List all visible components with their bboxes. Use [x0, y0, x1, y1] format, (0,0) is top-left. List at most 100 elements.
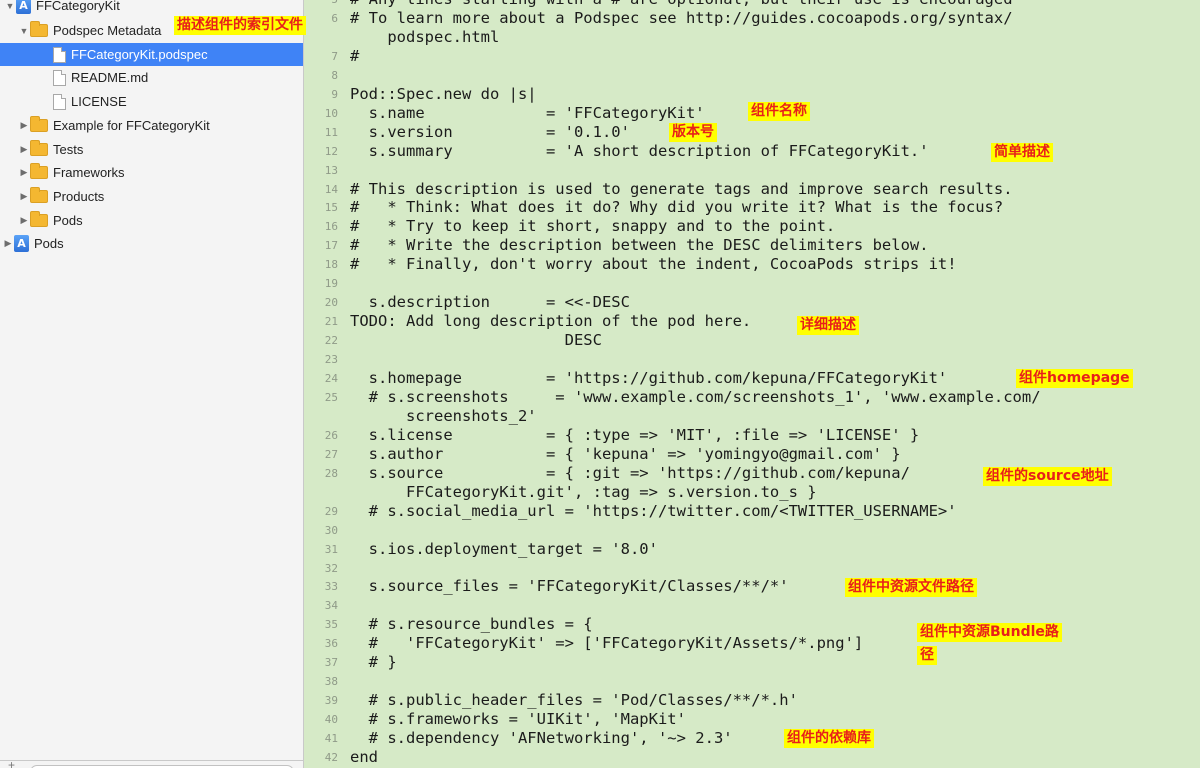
annotation-name: 组件名称 [748, 102, 810, 121]
line-number: 12 [324, 144, 338, 158]
folder-icon [30, 187, 48, 203]
line-number: 14 [324, 182, 338, 196]
line-number: 33 [324, 580, 338, 594]
nav-item-example[interactable]: ▶ Example for FFCategoryKit [0, 114, 303, 137]
nav-item-label: LICENSE [71, 94, 127, 109]
navigator-filter-bar: + [0, 758, 303, 768]
line-number: 29 [324, 504, 338, 518]
nav-item-label: FFCategoryKit [36, 0, 120, 13]
line-number: 23 [324, 353, 338, 367]
code-line[interactable]: s.homepage = 'https://github.com/kepuna/… [350, 369, 948, 387]
line-number: 18 [324, 258, 338, 272]
nav-item-label: README.md [71, 70, 149, 85]
code-line[interactable]: # s.dependency 'AFNetworking', '~> 2.3' [350, 729, 733, 747]
line-number: 24 [324, 372, 338, 385]
line-number: 32 [324, 561, 338, 575]
annotation-homepage: 组件homepage [1016, 369, 1133, 388]
code-line[interactable]: TODO: Add long description of the pod he… [350, 312, 751, 330]
line-number: 11 [324, 125, 338, 139]
nav-item-pods-group[interactable]: ▶ Pods [0, 209, 303, 232]
line-number: 20 [324, 296, 338, 310]
line-number: 16 [324, 220, 338, 234]
code-line[interactable]: end [350, 748, 378, 766]
code-line[interactable]: # s.resource_bundles = { [350, 615, 593, 633]
code-line[interactable]: # This description is used to generate t… [350, 180, 1013, 198]
nav-item-label: Frameworks [53, 165, 125, 180]
code-line[interactable]: # To learn more about a Podspec see http… [350, 9, 1013, 27]
line-number: 7 [331, 49, 338, 63]
code-line[interactable]: s.summary = 'A short description of FFCa… [350, 142, 929, 160]
line-number: 17 [324, 239, 338, 253]
code-line[interactable]: podspec.html [350, 28, 499, 46]
folder-icon [30, 116, 48, 132]
code-line[interactable]: s.description = <<-DESC [350, 293, 630, 311]
code-line[interactable]: # s.public_header_files = 'Pod/Classes/*… [350, 691, 798, 709]
nav-item-products[interactable]: ▶ Products [0, 185, 303, 208]
line-number: 26 [324, 428, 338, 442]
chevron-right-icon[interactable]: ▶ [18, 120, 30, 131]
chevron-right-icon[interactable]: ▶ [18, 191, 30, 202]
chevron-right-icon[interactable]: ▶ [18, 144, 30, 155]
annotation-source: 组件的source地址 [983, 467, 1112, 486]
code-line[interactable]: # s.social_media_url = 'https://twitter.… [350, 502, 957, 520]
code-line[interactable]: FFCategoryKit.git', :tag => s.version.to… [350, 483, 817, 501]
annotation-resource-bundles-cont: 径 [917, 646, 937, 665]
code-line[interactable]: # 'FFCategoryKit' => ['FFCategoryKit/Ass… [350, 634, 864, 652]
nav-item-label: Podspec Metadata [53, 23, 162, 38]
nav-item-label: Example for FFCategoryKit [53, 118, 210, 133]
chevron-down-icon[interactable]: ▼ [18, 26, 30, 36]
nav-item-license[interactable]: LICENSE [0, 90, 303, 113]
line-number: 8 [331, 68, 338, 82]
nav-item-readme[interactable]: README.md [0, 66, 303, 89]
line-number: 22 [324, 334, 338, 348]
code-line[interactable]: # s.frameworks = 'UIKit', 'MapKit' [350, 710, 686, 728]
nav-item-podspec-file[interactable]: FFCategoryKit.podspec [0, 43, 303, 66]
code-line[interactable]: s.version = '0.1.0' [350, 123, 630, 141]
line-number: 36 [324, 637, 338, 651]
nav-item-label: FFCategoryKit.podspec [71, 47, 208, 62]
chevron-right-icon[interactable]: ▶ [18, 167, 30, 178]
folder-icon [30, 211, 48, 227]
nav-item-label: Pods [34, 236, 64, 251]
code-line[interactable]: # [350, 47, 359, 65]
code-line[interactable]: screenshots_2' [350, 407, 537, 425]
code-line[interactable]: # * Finally, don't worry about the inden… [350, 255, 957, 273]
add-icon[interactable]: + [8, 758, 15, 768]
chevron-down-icon[interactable]: ▼ [4, 1, 16, 11]
code-line[interactable]: # * Write the description between the DE… [350, 236, 929, 254]
code-line[interactable]: # Any lines starting with a # are option… [350, 0, 1013, 8]
line-number: 5 [304, 0, 338, 6]
code-line[interactable]: s.name = 'FFCategoryKit' [350, 104, 705, 122]
annotation-source-files: 组件中资源文件路径 [845, 578, 977, 597]
code-line[interactable]: s.source_files = 'FFCategoryKit/Classes/… [350, 577, 789, 595]
code-line[interactable]: # s.screenshots = 'www.example.com/scree… [350, 388, 1041, 406]
nav-item-tests[interactable]: ▶ Tests [0, 138, 303, 161]
file-icon [53, 46, 66, 63]
annotation-version: 版本号 [669, 123, 717, 142]
code-line[interactable]: # * Try to keep it short, snappy and to … [350, 217, 835, 235]
line-number: 35 [324, 618, 338, 632]
nav-item-frameworks[interactable]: ▶ Frameworks [0, 161, 303, 184]
nav-item-ffcategorykit-project[interactable]: ▼ A FFCategoryKit [0, 0, 303, 17]
chevron-right-icon[interactable]: ▶ [2, 238, 14, 249]
line-number: 28 [324, 466, 338, 480]
code-line[interactable]: # * Think: What does it do? Why did you … [350, 198, 1003, 216]
code-line[interactable]: s.license = { :type => 'MIT', :file => '… [350, 426, 920, 444]
chevron-right-icon[interactable]: ▶ [18, 215, 30, 226]
code-line[interactable]: # } [350, 653, 397, 671]
line-number-gutter: 5 6 7 8 9 10 11 12 13 14 15 16 17 18 19 20 21 22 23 24 25 26 2… [304, 0, 342, 768]
annotation-description: 详细描述 [797, 316, 859, 335]
code-line[interactable]: s.source = { :git => 'https://github.com… [350, 464, 910, 482]
annotation-resource-bundles: 组件中资源Bundle路 [917, 623, 1062, 642]
nav-item-pods-project[interactable]: ▶ A Pods [0, 232, 303, 255]
code-line[interactable]: Pod::Spec.new do |s| [350, 85, 537, 103]
code-line[interactable]: s.ios.deployment_target = '8.0' [350, 540, 658, 558]
code-line[interactable]: DESC [350, 331, 602, 349]
line-number: 40 [324, 713, 338, 727]
line-number: 19 [324, 277, 338, 291]
project-navigator: ▼ A FFCategoryKit ▼ Podspec Metadata FFC… [0, 0, 304, 768]
line-number: 37 [324, 656, 338, 670]
code-line[interactable]: s.author = { 'kepuna' => 'yomingyo@gmail… [350, 445, 901, 463]
line-number: 9 [331, 87, 338, 101]
line-number: 38 [324, 675, 338, 689]
